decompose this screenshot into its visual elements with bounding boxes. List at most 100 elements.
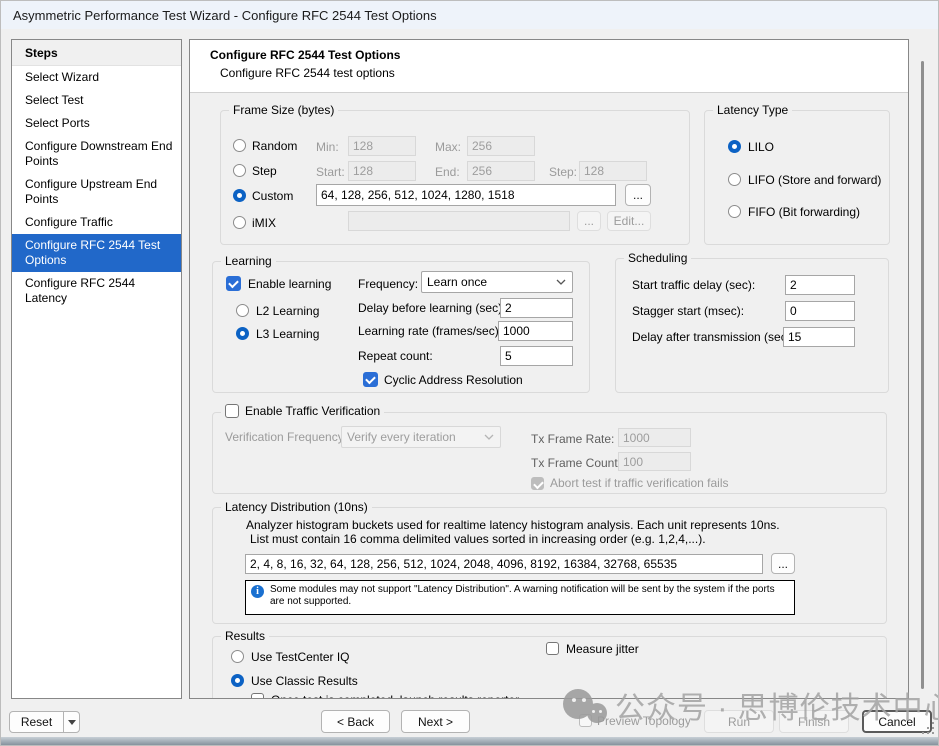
measure-jitter-checkbox[interactable]: [546, 642, 559, 655]
lifo-radio[interactable]: [728, 173, 741, 186]
tx-frame-rate-field: 1000: [618, 428, 691, 447]
max-field: 256: [467, 136, 535, 156]
latency-distribution-browse-button[interactable]: ...: [771, 553, 795, 574]
frequency-value: Learn once: [427, 275, 487, 289]
wizard-dialog: Asymmetric Performance Test Wizard - Con…: [0, 0, 939, 746]
tx-frame-count-field: 100: [618, 452, 691, 471]
start-traffic-delay-field[interactable]: 2: [785, 275, 855, 295]
random-radio[interactable]: [233, 139, 246, 152]
frame-size-group-label: Frame Size (bytes): [229, 103, 338, 117]
stagger-start-field[interactable]: 0: [785, 301, 855, 321]
step-select-wizard[interactable]: Select Wizard: [12, 66, 181, 89]
imix-radio-label: iMIX: [252, 216, 276, 230]
step-configure-rfc2544-options[interactable]: Configure RFC 2544 Test Options: [12, 234, 181, 272]
delay-after-transmission-label: Delay after transmission (sec):: [632, 330, 794, 344]
scheduling-group-label: Scheduling: [624, 251, 691, 265]
latency-distribution-desc2: List must contain 16 comma delimited val…: [250, 532, 706, 546]
enable-traffic-verification-label: Enable Traffic Verification: [245, 404, 380, 418]
verification-frequency-value: Verify every iteration: [347, 430, 456, 444]
use-testcenter-iq-radio[interactable]: [231, 650, 244, 663]
next-button[interactable]: Next >: [401, 710, 470, 733]
measure-jitter-label: Measure jitter: [566, 642, 639, 656]
learning-group: Learning Enable learning L2 Learning L3 …: [212, 261, 590, 393]
traffic-verification-group: Enable Traffic Verification Verification…: [212, 412, 887, 494]
frequency-combo[interactable]: Learn once: [421, 271, 573, 293]
lilo-radio-label: LILO: [748, 140, 774, 154]
step-select-test[interactable]: Select Test: [12, 89, 181, 112]
stagger-start-label: Stagger start (msec):: [632, 304, 744, 318]
main-panel: Configure RFC 2544 Test Options Configur…: [189, 39, 909, 699]
run-button: Run: [704, 710, 774, 733]
latency-type-group-label: Latency Type: [713, 103, 792, 117]
launch-reporter-label: Once test is completed, launch results r…: [271, 693, 519, 699]
chevron-down-icon: [484, 434, 494, 440]
cyclic-address-resolution-checkbox[interactable]: [363, 372, 378, 387]
resize-grip[interactable]: [922, 722, 935, 735]
use-testcenter-iq-label: Use TestCenter IQ: [251, 650, 349, 664]
page-header: Configure RFC 2544 Test Options Configur…: [190, 40, 908, 93]
chevron-down-icon: [556, 279, 566, 285]
delay-after-transmission-field[interactable]: 15: [783, 327, 855, 347]
results-group-label: Results: [221, 629, 269, 643]
vertical-scrollbar[interactable]: [921, 61, 924, 689]
step-configure-upstream[interactable]: Configure Upstream End Points: [12, 173, 181, 211]
finish-button: Finish: [779, 710, 849, 733]
custom-radio[interactable]: [233, 189, 246, 202]
delay-before-learning-field[interactable]: 2: [500, 298, 573, 318]
enable-traffic-verification-checkbox[interactable]: [225, 404, 239, 418]
max-label: Max:: [435, 140, 461, 154]
lifo-radio-label: LIFO (Store and forward): [748, 173, 881, 187]
page-title: Configure RFC 2544 Test Options: [210, 48, 400, 62]
window-title: Asymmetric Performance Test Wizard - Con…: [13, 8, 437, 23]
step-size-label: Step:: [549, 165, 577, 179]
reset-dropdown-button[interactable]: [63, 711, 80, 733]
step-configure-downstream[interactable]: Configure Downstream End Points: [12, 135, 181, 173]
imix-edit-button: Edit...: [607, 211, 651, 231]
repeat-count-field[interactable]: 5: [500, 346, 573, 366]
l3-learning-radio[interactable]: [236, 327, 249, 340]
random-radio-label: Random: [252, 139, 297, 153]
l2-learning-label: L2 Learning: [256, 304, 319, 318]
latency-distribution-group-label: Latency Distribution (10ns): [221, 500, 372, 514]
use-classic-results-radio[interactable]: [231, 674, 244, 687]
start-field: 128: [348, 161, 416, 181]
fifo-radio[interactable]: [728, 205, 741, 218]
step-configure-traffic[interactable]: Configure Traffic: [12, 211, 181, 234]
fifo-radio-label: FIFO (Bit forwarding): [748, 205, 860, 219]
reset-button[interactable]: Reset: [9, 711, 64, 733]
lilo-radio[interactable]: [728, 140, 741, 153]
info-icon: i: [251, 585, 264, 598]
min-label: Min:: [316, 140, 339, 154]
step-configure-rfc2544-latency[interactable]: Configure RFC 2544 Latency: [12, 272, 181, 310]
l2-learning-radio[interactable]: [236, 304, 249, 317]
step-radio-label: Step: [252, 164, 277, 178]
chevron-down-icon: [68, 720, 76, 725]
preview-topology-label: Preview Topology: [597, 714, 691, 728]
custom-browse-button[interactable]: ...: [625, 184, 651, 206]
step-select-ports[interactable]: Select Ports: [12, 112, 181, 135]
imix-radio[interactable]: [233, 216, 246, 229]
imix-browse-button: ...: [577, 211, 601, 231]
launch-reporter-checkbox[interactable]: [251, 693, 264, 699]
latency-distribution-field[interactable]: 2, 4, 8, 16, 32, 64, 128, 256, 512, 1024…: [245, 554, 763, 574]
enable-learning-checkbox[interactable]: [226, 276, 241, 291]
scheduling-group: Scheduling Start traffic delay (sec): 2 …: [615, 258, 889, 393]
step-radio[interactable]: [233, 164, 246, 177]
imix-field: [348, 211, 570, 231]
enable-learning-label: Enable learning: [248, 277, 331, 291]
abort-test-label: Abort test if traffic verification fails: [550, 476, 729, 490]
cyclic-address-resolution-label: Cyclic Address Resolution: [384, 373, 523, 387]
step-size-field: 128: [579, 161, 647, 181]
start-traffic-delay-label: Start traffic delay (sec):: [632, 278, 755, 292]
min-field: 128: [348, 136, 416, 156]
verification-frequency-label: Verification Frequency:: [225, 430, 347, 444]
end-label: End:: [435, 165, 460, 179]
tx-frame-rate-label: Tx Frame Rate:: [531, 432, 614, 446]
back-button[interactable]: < Back: [321, 710, 390, 733]
custom-sizes-field[interactable]: 64, 128, 256, 512, 1024, 1280, 1518: [316, 184, 616, 206]
tx-frame-count-label: Tx Frame Count:: [531, 456, 621, 470]
start-label: Start:: [316, 165, 345, 179]
abort-test-checkbox: [531, 477, 544, 490]
learning-rate-field[interactable]: 1000: [498, 321, 573, 341]
titlebar: Asymmetric Performance Test Wizard - Con…: [1, 1, 938, 29]
